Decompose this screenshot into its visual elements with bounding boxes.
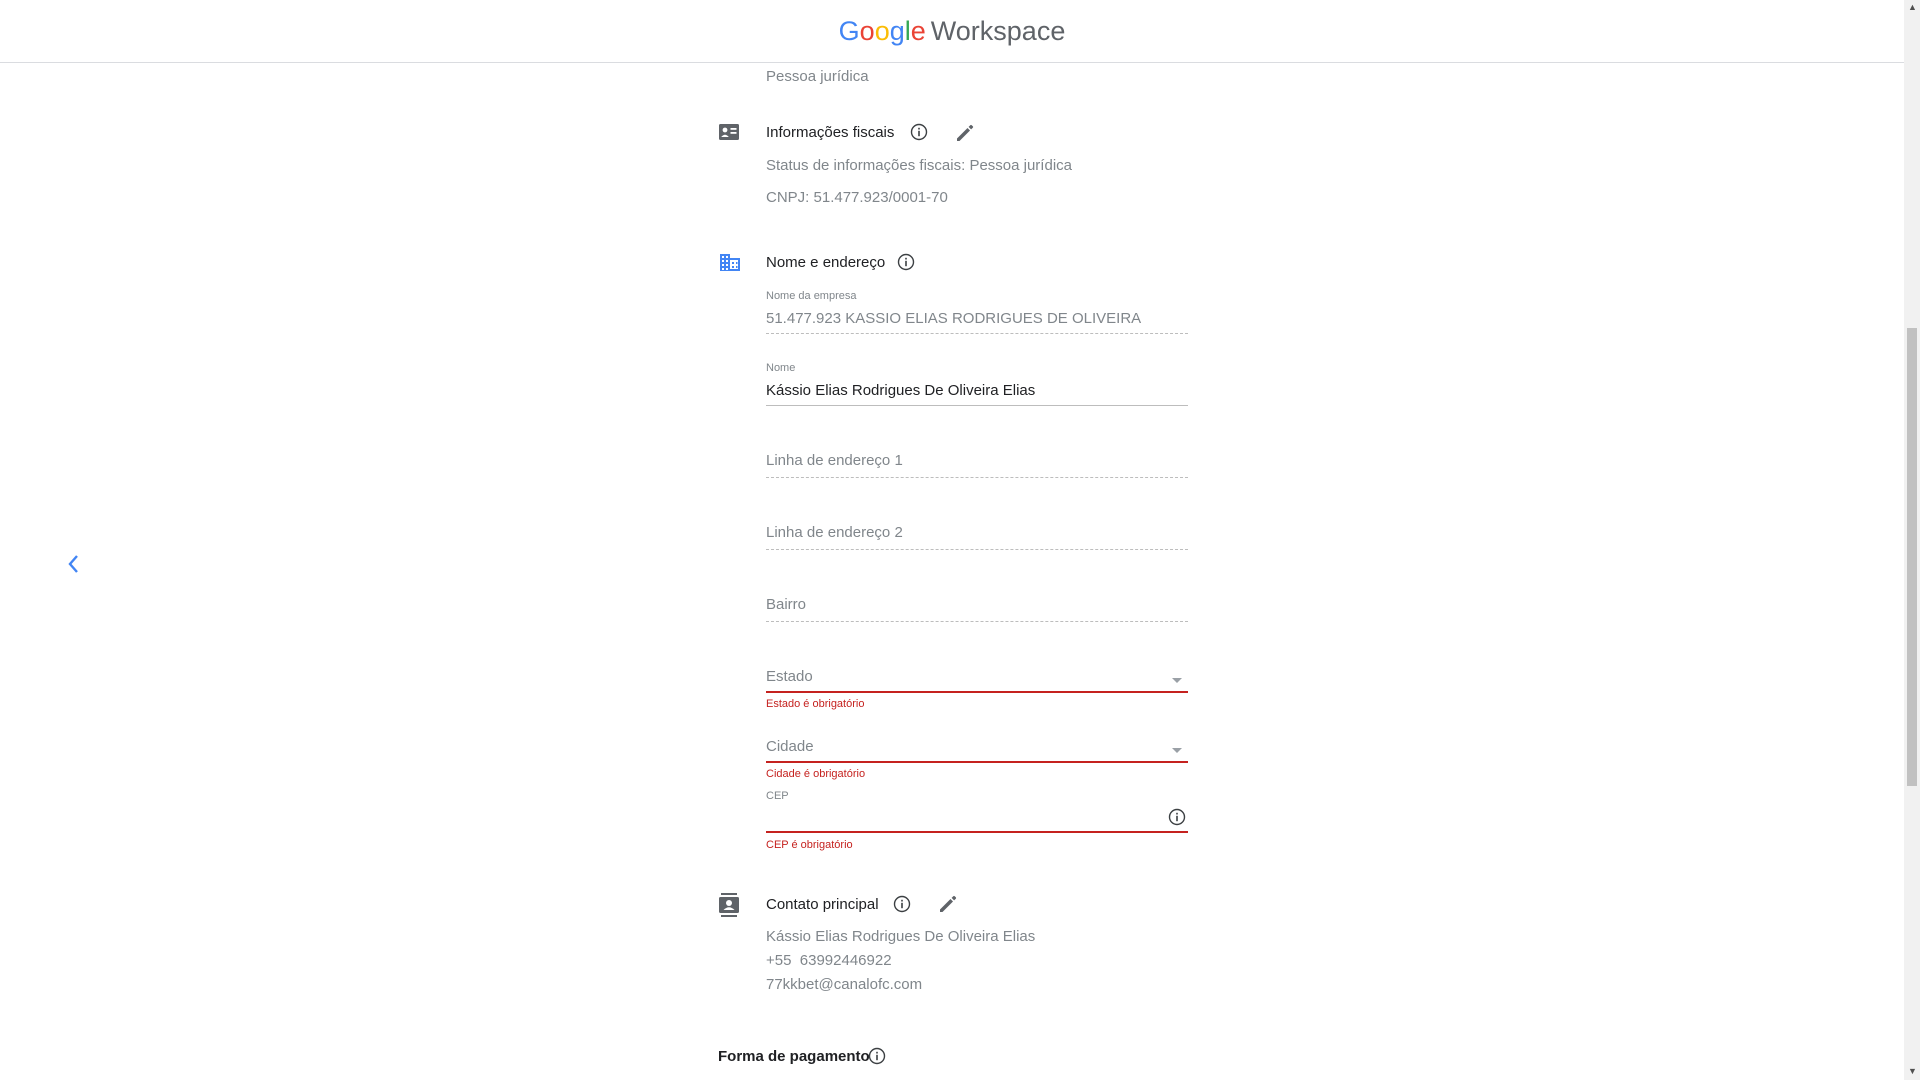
name-input[interactable]: Nome Kássio Elias Rodrigues De Oliveira …: [766, 362, 1188, 407]
district-placeholder: Bairro: [766, 596, 807, 613]
tax-info-title: Informações fiscais: [766, 124, 895, 141]
name-value: Kássio Elias Rodrigues De Oliveira Elias: [766, 382, 1036, 399]
contact-card-icon: [718, 893, 740, 917]
tax-status-label: Status de informações fiscais: [766, 157, 962, 174]
scrollbar-thumb[interactable]: [1907, 328, 1917, 786]
scroll-down-icon[interactable]: ▼: [1908, 1066, 1917, 1076]
pencil-icon: [940, 895, 957, 912]
tax-status-line: Status de informações fiscais: Pessoa ju…: [766, 157, 1072, 174]
field-underline-error: [766, 761, 1188, 763]
state-select[interactable]: Estado: [766, 668, 1188, 694]
city-placeholder: Cidade: [766, 738, 814, 755]
address-line-2-placeholder: Linha de endereço 2: [766, 524, 903, 541]
scrollbar[interactable]: ▲ ▼: [1904, 0, 1920, 1080]
name-label: Nome: [766, 362, 796, 374]
city-error: Cidade é obrigatório: [766, 768, 866, 780]
cep-input[interactable]: CEP: [766, 790, 1188, 835]
info-icon[interactable]: [893, 895, 911, 913]
product-name: Workspace: [930, 16, 1066, 46]
address-line-2-input: Linha de endereço 2: [766, 524, 1188, 552]
top-bar: Google Workspace: [0, 0, 1904, 63]
primary-contact-title: Contato principal: [766, 896, 879, 913]
state-placeholder: Estado: [766, 668, 813, 685]
account-type-value: Pessoa jurídica: [766, 68, 869, 85]
field-underline-error: [766, 831, 1188, 833]
cnpj-label: CNPJ: [766, 189, 806, 206]
company-name-field: Nome da empresa 51.477.923 KASSIO ELIAS …: [766, 290, 1188, 335]
tax-status-value: Pessoa jurídica: [969, 157, 1072, 174]
info-icon[interactable]: [868, 1047, 886, 1065]
pencil-icon: [957, 124, 974, 141]
cnpj-line: CNPJ: 51.477.923/0001-70: [766, 189, 948, 206]
company-name-value: 51.477.923 KASSIO ELIAS RODRIGUES DE OLI…: [766, 310, 1142, 327]
info-icon[interactable]: [897, 253, 915, 271]
contact-name: Kássio Elias Rodrigues De Oliveira Elias: [766, 928, 1036, 945]
field-underline: [766, 477, 1188, 478]
address-line-1-placeholder: Linha de endereço 1: [766, 452, 903, 469]
field-underline: [766, 549, 1188, 550]
contact-phone: +55 63992446922: [766, 952, 892, 969]
scroll-up-icon[interactable]: ▲: [1908, 2, 1917, 12]
chevron-left-icon: [68, 555, 78, 573]
contact-email: 77kkbet@canalofc.com: [766, 976, 923, 993]
city-select[interactable]: Cidade: [766, 738, 1188, 764]
id-card-icon: [718, 122, 740, 142]
name-address-title: Nome e endereço: [766, 254, 886, 271]
google-workspace-logo: Google Workspace: [838, 16, 1066, 46]
cep-label: CEP: [766, 790, 789, 802]
info-icon[interactable]: [910, 123, 928, 141]
dropdown-caret-icon: [1172, 748, 1182, 753]
payment-method-title: Forma de pagamento: [718, 1048, 870, 1065]
edit-contact-button[interactable]: [937, 893, 959, 915]
district-input: Bairro: [766, 596, 1188, 624]
building-icon: [719, 251, 741, 273]
field-underline: [766, 621, 1188, 622]
cep-error: CEP é obrigatório: [766, 839, 853, 851]
address-line-1-input: Linha de endereço 1: [766, 452, 1188, 480]
dropdown-caret-icon: [1172, 678, 1182, 683]
field-underline: [766, 405, 1188, 406]
state-error: Estado é obrigatório: [766, 698, 865, 710]
info-icon[interactable]: [1168, 808, 1186, 826]
field-underline-error: [766, 691, 1188, 693]
cnpj-value: 51.477.923/0001-70: [813, 189, 948, 206]
field-underline: [766, 333, 1188, 334]
back-button[interactable]: [64, 552, 84, 576]
company-name-label: Nome da empresa: [766, 290, 857, 302]
edit-tax-info-button[interactable]: [954, 122, 976, 144]
